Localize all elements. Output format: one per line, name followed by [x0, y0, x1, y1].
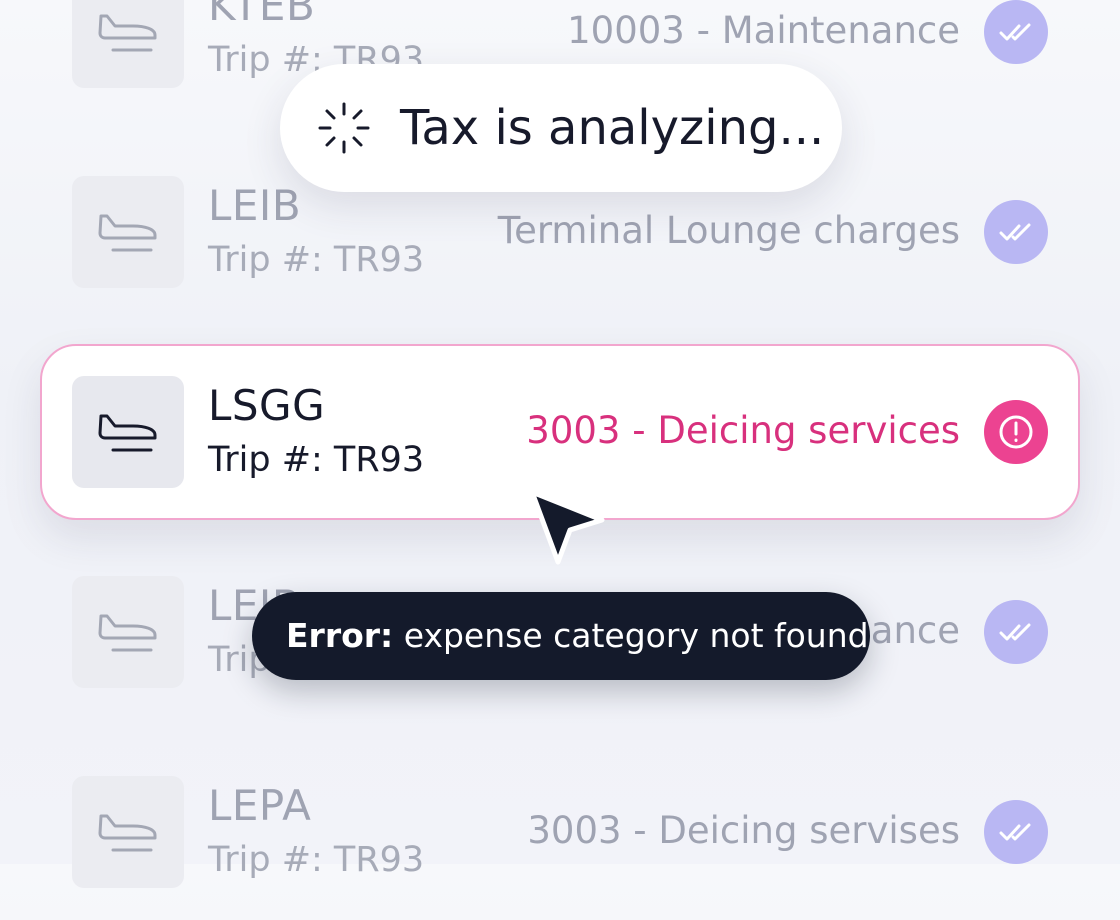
- list-item[interactable]: LEPA Trip #: TR93 3003 - Deicing servise…: [40, 744, 1080, 920]
- airplane-takeoff-icon: [98, 214, 157, 252]
- error-text: expense category not found: [393, 616, 869, 655]
- airport-code: LEPA: [208, 781, 312, 830]
- cursor-arrow-icon: [529, 489, 605, 565]
- trip-number: Trip #: TR93: [208, 840, 425, 880]
- airplane-takeoff-icon: [98, 414, 157, 452]
- trip-number: Trip #: TR93: [208, 240, 425, 280]
- expense-category: 3003 - Deicing servises: [527, 809, 960, 852]
- double-check-icon: [999, 623, 1031, 641]
- double-check-icon: [999, 223, 1031, 241]
- airplane-takeoff-icon: [98, 814, 157, 852]
- spinner-icon: [318, 102, 370, 154]
- status-badge-approved[interactable]: [984, 0, 1048, 64]
- expense-category: Terminal Lounge charges: [497, 209, 960, 252]
- status-badge-approved[interactable]: [984, 200, 1048, 264]
- analyzing-status-pill: Tax is analyzing...: [280, 64, 842, 192]
- analyzing-text: Tax is analyzing...: [400, 100, 825, 156]
- airport-code: LSGG: [208, 381, 326, 430]
- airplane-takeoff-icon: [98, 614, 157, 652]
- airplane-takeoff-icon: [98, 14, 157, 52]
- status-badge-approved[interactable]: [984, 800, 1048, 864]
- airport-code: KTEB: [208, 0, 316, 30]
- plane-tile: [72, 776, 184, 888]
- trip-number: Trip #: TR93: [208, 440, 425, 480]
- plane-tile: [72, 376, 184, 488]
- error-message: Error: expense category not found: [286, 614, 869, 658]
- status-badge-error[interactable]: [984, 400, 1048, 464]
- alert-circle-icon: [999, 415, 1033, 449]
- status-badge-approved[interactable]: [984, 600, 1048, 664]
- error-tooltip: Error: expense category not found: [252, 592, 870, 680]
- plane-tile: [72, 176, 184, 288]
- plane-tile: [72, 0, 184, 88]
- plane-tile: [72, 576, 184, 688]
- expense-category: 10003 - Maintenance: [567, 9, 960, 52]
- expense-category: 3003 - Deicing services: [526, 409, 960, 452]
- error-label: Error:: [286, 616, 394, 655]
- airport-code: LEIB: [208, 181, 302, 230]
- double-check-icon: [999, 823, 1031, 841]
- double-check-icon: [999, 23, 1031, 41]
